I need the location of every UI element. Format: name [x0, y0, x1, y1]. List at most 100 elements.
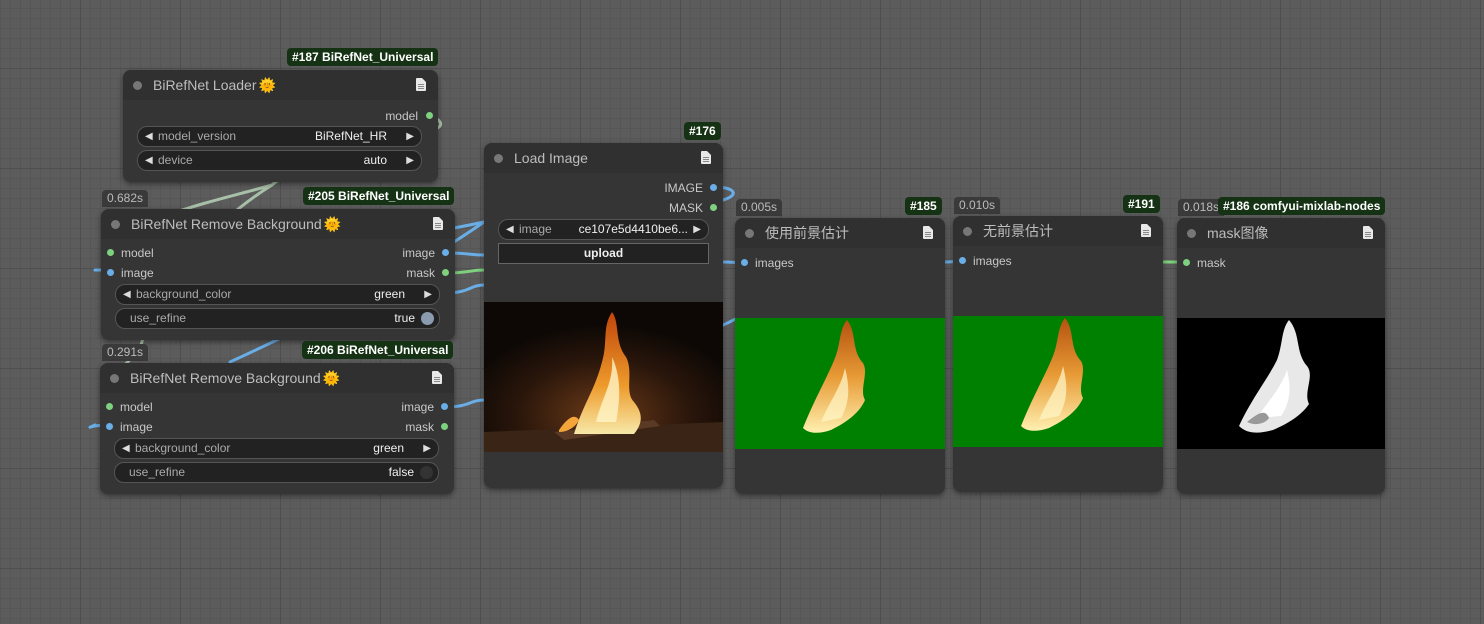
toggle-knob[interactable] — [420, 466, 433, 479]
document-icon[interactable] — [433, 217, 443, 230]
input-images-label: images — [755, 256, 794, 270]
document-icon[interactable] — [432, 371, 442, 384]
output-mask-label: mask — [405, 420, 434, 434]
collapse-dot[interactable] — [1187, 229, 1196, 238]
widget-value: false — [388, 465, 414, 479]
node-badge-preview1: #185 — [905, 197, 942, 215]
image-combo[interactable]: ◀ image ce107e5d4410be6... ▶ — [498, 219, 709, 240]
input-mask-socket[interactable] — [1183, 259, 1190, 266]
toggle-knob[interactable] — [421, 312, 434, 325]
use-refine-toggle[interactable]: use_refine true — [115, 308, 440, 329]
widget-value: true — [394, 311, 415, 325]
input-mask-label: mask — [1197, 256, 1226, 270]
node-title-bar[interactable]: Load Image — [484, 143, 723, 173]
widget-value: auto — [363, 153, 387, 167]
output-mask-socket[interactable] — [441, 423, 448, 430]
input-model-socket[interactable] — [106, 403, 113, 410]
node-title: 使用前景估计 — [765, 225, 849, 241]
background-color-combo[interactable]: ◀ background_color green ▶ — [115, 284, 440, 305]
arrow-right-icon[interactable]: ▶ — [406, 151, 414, 170]
input-images-socket[interactable] — [959, 257, 966, 264]
arrow-left-icon[interactable]: ◀ — [123, 285, 131, 304]
node-badge-loader: #187 BiRefNet_Universal — [287, 48, 439, 66]
model-version-combo[interactable]: ◀ model_version BiRefNet_HR ▶ — [137, 126, 422, 147]
arrow-left-icon[interactable]: ◀ — [506, 220, 514, 239]
campfire-image — [484, 302, 723, 452]
birefnet-remove-bg-node-206[interactable]: BiRefNet Remove Background 🌞 model image … — [100, 363, 454, 494]
preview-node-185[interactable]: 使用前景估计 images — [735, 218, 945, 494]
node-title: mask图像 — [1207, 225, 1269, 241]
use-refine-toggle[interactable]: use_refine false — [114, 462, 439, 483]
document-icon[interactable] — [701, 151, 711, 164]
arrow-left-icon[interactable]: ◀ — [145, 151, 153, 170]
input-model-label: model — [120, 400, 153, 414]
output-mask-label: MASK — [668, 201, 703, 215]
node-badge-remove1: #205 BiRefNet_Universal — [303, 187, 455, 205]
arrow-left-icon[interactable]: ◀ — [122, 439, 130, 458]
mask-preview — [1177, 318, 1385, 449]
node-title-bar[interactable]: BiRefNet Remove Background 🌞 — [101, 209, 455, 239]
node-title: 无前景估计 — [983, 223, 1053, 239]
node-title: BiRefNet Remove Background — [130, 370, 321, 386]
sun-icon: 🌞 — [258, 77, 276, 93]
output-model-socket[interactable] — [426, 112, 433, 119]
background-color-combo[interactable]: ◀ background_color green ▶ — [114, 438, 439, 459]
arrow-right-icon[interactable]: ▶ — [406, 127, 414, 146]
output-image-label: image — [402, 246, 435, 260]
document-icon[interactable] — [416, 78, 426, 91]
widget-label: model_version — [158, 129, 237, 143]
birefnet-loader-node[interactable]: BiRefNet Loader 🌞 model ◀ model_version B… — [123, 70, 438, 182]
node-title-bar[interactable]: BiRefNet Loader 🌞 — [123, 70, 438, 100]
node-title-bar[interactable]: mask图像 — [1177, 218, 1385, 248]
node-title: BiRefNet Loader — [153, 77, 257, 93]
input-model-socket[interactable] — [107, 249, 114, 256]
preview-node-191[interactable]: 无前景估计 images — [953, 216, 1163, 492]
node-title-bar[interactable]: BiRefNet Remove Background 🌞 — [100, 363, 454, 393]
node-badge-load-image: #176 — [684, 122, 721, 140]
image-preview — [953, 316, 1163, 447]
output-image-socket[interactable] — [442, 249, 449, 256]
birefnet-remove-bg-node-205[interactable]: BiRefNet Remove Background 🌞 model image … — [101, 209, 455, 340]
collapse-dot[interactable] — [494, 154, 503, 163]
output-image-socket[interactable] — [441, 403, 448, 410]
arrow-right-icon[interactable]: ▶ — [423, 439, 431, 458]
mask-preview-node-186[interactable]: mask图像 mask — [1177, 218, 1385, 494]
output-mask-socket[interactable] — [710, 204, 717, 211]
arrow-right-icon[interactable]: ▶ — [424, 285, 432, 304]
input-image-socket[interactable] — [106, 423, 113, 430]
widget-label: device — [158, 153, 193, 167]
input-images-socket[interactable] — [741, 259, 748, 266]
document-icon[interactable] — [1141, 224, 1151, 237]
arrow-right-icon[interactable]: ▶ — [693, 220, 701, 239]
image-preview — [735, 318, 945, 449]
flame-green-image — [1021, 318, 1083, 431]
flame-green-image — [803, 320, 865, 433]
node-title-bar[interactable]: 无前景估计 — [953, 216, 1163, 246]
device-combo[interactable]: ◀ device auto ▶ — [137, 150, 422, 171]
output-mask-socket[interactable] — [442, 269, 449, 276]
exec-time: 0.291s — [102, 344, 149, 361]
input-image-socket[interactable] — [107, 269, 114, 276]
document-icon[interactable] — [923, 226, 933, 239]
collapse-dot[interactable] — [963, 227, 972, 236]
input-image-label: image — [121, 266, 154, 280]
node-title-bar[interactable]: 使用前景估计 — [735, 218, 945, 248]
output-image-label: image — [401, 400, 434, 414]
output-mask-label: mask — [406, 266, 435, 280]
collapse-dot[interactable] — [133, 81, 142, 90]
widget-value: green — [374, 287, 405, 301]
output-image-socket[interactable] — [710, 184, 717, 191]
node-badge-preview3: #186 comfyui-mixlab-nodes — [1218, 197, 1386, 215]
widget-value: BiRefNet_HR — [314, 129, 387, 143]
arrow-left-icon[interactable]: ◀ — [145, 127, 153, 146]
widget-label: background_color — [136, 287, 232, 301]
load-image-node[interactable]: Load Image IMAGE MASK ◀ image ce107e5d44… — [484, 143, 723, 488]
exec-time: 0.005s — [736, 199, 783, 216]
collapse-dot[interactable] — [110, 374, 119, 383]
document-icon[interactable] — [1363, 226, 1373, 239]
collapse-dot[interactable] — [111, 220, 120, 229]
exec-time: 0.010s — [954, 197, 1001, 214]
collapse-dot[interactable] — [745, 229, 754, 238]
node-badge-remove2: #206 BiRefNet_Universal — [302, 341, 454, 359]
upload-button[interactable]: upload — [498, 243, 709, 264]
